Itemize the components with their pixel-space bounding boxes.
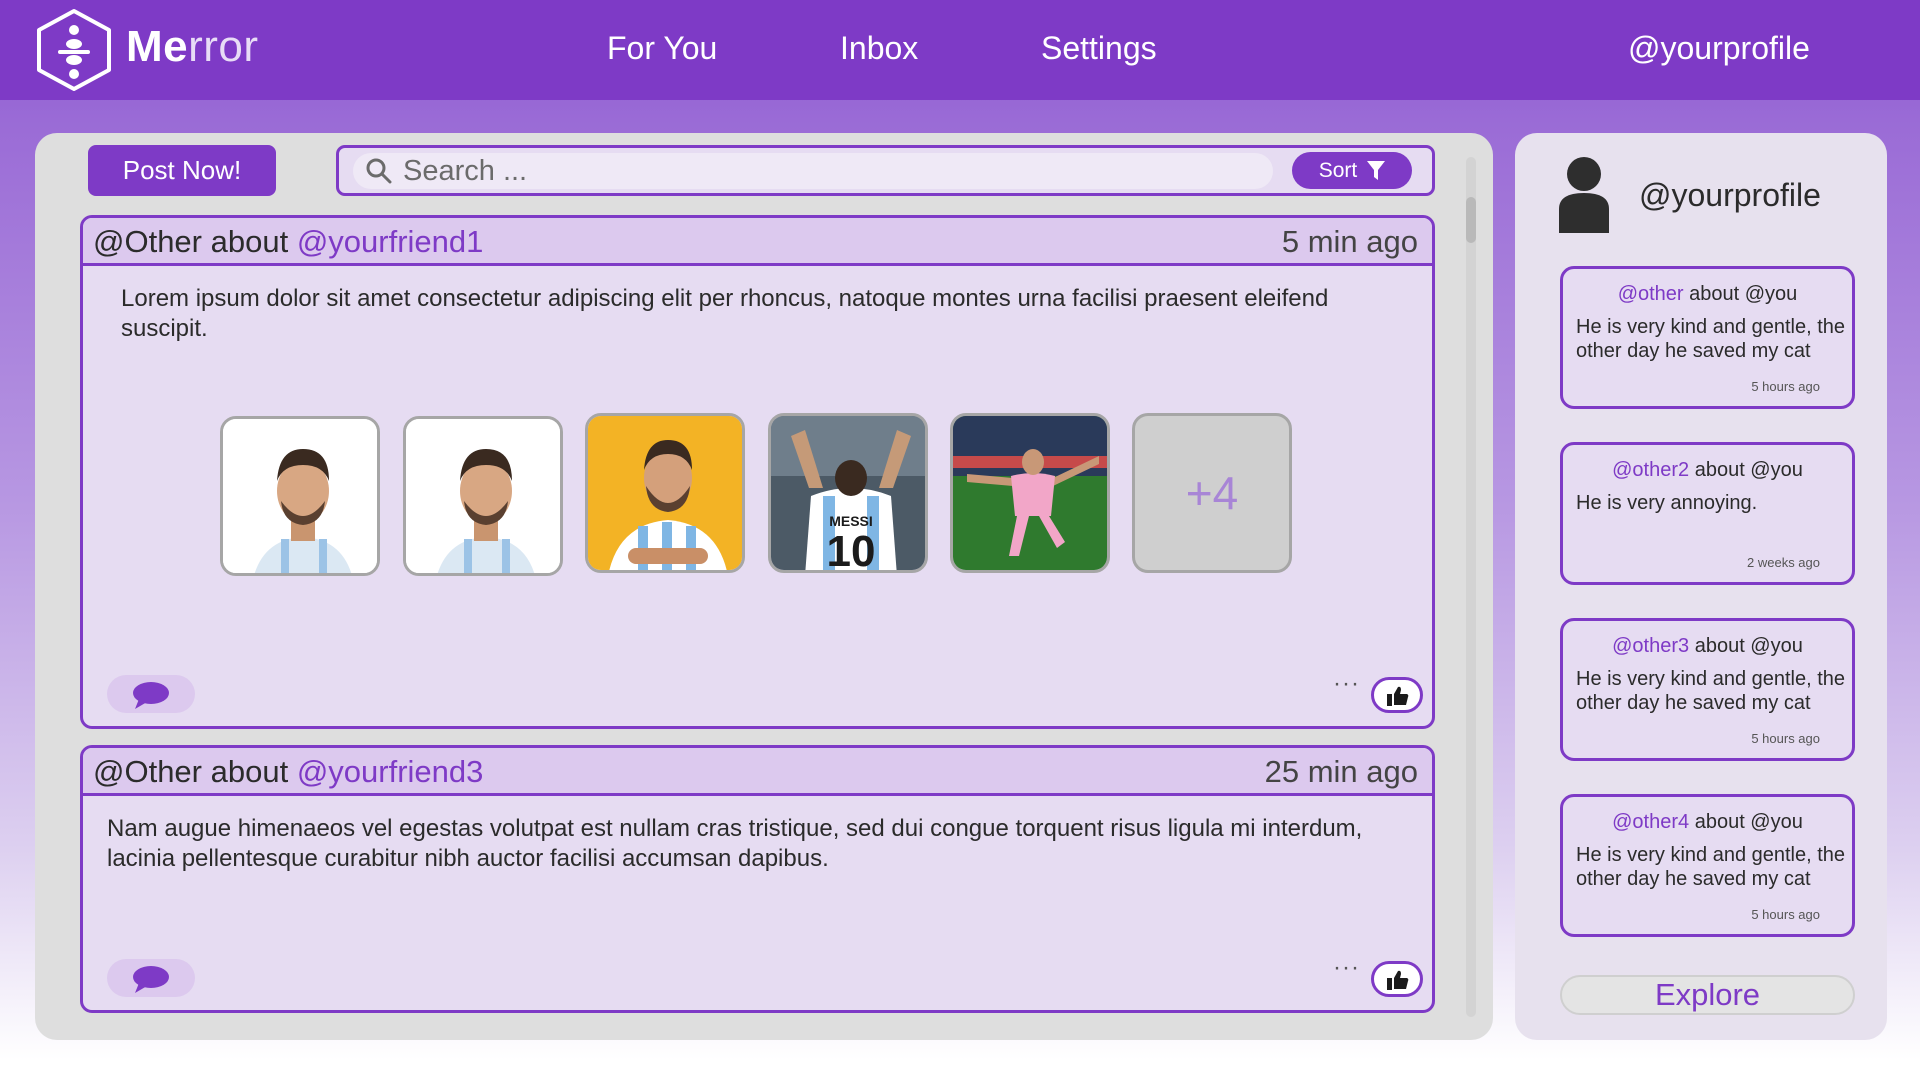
note-author[interactable]: @other2 — [1612, 459, 1689, 481]
note-about: about @you — [1689, 459, 1803, 481]
post-header: @Other about @yourfriend1 5 min ago — [83, 218, 1432, 266]
comment-button[interactable] — [107, 959, 195, 997]
post-image-thumbnail[interactable] — [220, 416, 380, 576]
post-body: Nam augue himenaeos vel egestas volutpat… — [107, 815, 1363, 872]
note-author[interactable]: @other — [1618, 283, 1684, 305]
note-text: He is very kind and gentle, the other da… — [1576, 316, 1846, 362]
svg-text:10: 10 — [827, 527, 876, 573]
note-title: @other3 about @you — [1563, 635, 1852, 658]
post-timestamp: 5 min ago — [1281, 224, 1418, 259]
comment-button[interactable] — [107, 675, 195, 713]
note-timestamp: 2 weeks ago — [1747, 555, 1820, 570]
nav-profile-link[interactable]: @yourprofile — [1628, 30, 1810, 67]
sort-button[interactable]: Sort — [1292, 152, 1412, 189]
feed-panel: Post Now! Sort @Other about @yourfriend1… — [35, 133, 1493, 1040]
like-button[interactable] — [1371, 961, 1423, 997]
nav-for-you[interactable]: For You — [607, 30, 717, 67]
sidebar-profile-name[interactable]: @yourprofile — [1639, 177, 1821, 214]
comment-icon — [133, 682, 169, 709]
sort-label: Sort — [1318, 158, 1358, 182]
thumbs-up-icon — [1387, 970, 1409, 990]
note-timestamp: 5 hours ago — [1751, 731, 1820, 746]
filter-icon — [1367, 160, 1386, 180]
note-about: about @you — [1689, 635, 1803, 657]
note-author[interactable]: @other3 — [1612, 635, 1689, 657]
feed-scrollbar[interactable] — [1466, 157, 1476, 1017]
post-mention-link[interactable]: @yourfriend1 — [297, 224, 484, 259]
note-title: @other2 about @you — [1563, 459, 1852, 482]
search-field[interactable] — [353, 153, 1273, 189]
post-card: @Other about @yourfriend3 25 min ago Nam… — [80, 745, 1435, 1013]
post-image-thumbnail[interactable] — [585, 413, 745, 573]
note-about: about @you — [1689, 811, 1803, 833]
post-author-text: @Other about — [93, 754, 297, 789]
note-about: about @you — [1683, 283, 1798, 305]
post-author-text: @Other about — [93, 224, 297, 259]
post-mention-link[interactable]: @yourfriend3 — [297, 754, 484, 789]
search-bar: Sort — [336, 145, 1435, 196]
profile-note-card[interactable]: @other3 about @you He is very kind and g… — [1560, 618, 1855, 761]
thumbs-up-icon — [1387, 686, 1409, 706]
explore-button[interactable]: Explore — [1560, 975, 1855, 1015]
profile-note-card[interactable]: @other4 about @you He is very kind and g… — [1560, 794, 1855, 937]
app-name-light: rror — [188, 22, 259, 71]
profile-note-card[interactable]: @other2 about @you He is very annoying. … — [1560, 442, 1855, 585]
post-image-thumbnail[interactable]: MESSI 10 — [768, 413, 928, 573]
note-text: He is very kind and gentle, the other da… — [1576, 668, 1846, 714]
top-nav-bar: Merror For You Inbox Settings @yourprofi… — [0, 0, 1920, 100]
note-text: He is very kind and gentle, the other da… — [1576, 844, 1846, 890]
note-timestamp: 5 hours ago — [1751, 907, 1820, 922]
nav-inbox[interactable]: Inbox — [840, 30, 918, 67]
post-author: @Other about @yourfriend1 — [93, 224, 483, 260]
note-title: @other4 about @you — [1563, 811, 1852, 834]
post-timestamp: 25 min ago — [1264, 754, 1418, 789]
search-icon — [366, 158, 392, 184]
note-author[interactable]: @other4 — [1612, 811, 1689, 833]
more-images-button[interactable]: +4 — [1132, 413, 1292, 573]
note-title: @other about @you — [1563, 283, 1852, 306]
profile-note-card[interactable]: @other about @you He is very kind and ge… — [1560, 266, 1855, 409]
more-options-button[interactable]: ··· — [1333, 670, 1360, 698]
more-options-button[interactable]: ··· — [1333, 954, 1360, 982]
logo-icon[interactable] — [34, 8, 114, 92]
post-header: @Other about @yourfriend3 25 min ago — [83, 748, 1432, 796]
app-name-bold: Me — [126, 22, 189, 71]
avatar-icon[interactable] — [1559, 157, 1609, 233]
note-text: He is very annoying. — [1576, 492, 1758, 514]
note-timestamp: 5 hours ago — [1751, 379, 1820, 394]
app-name: Merror — [126, 22, 259, 72]
post-author: @Other about @yourfriend3 — [93, 754, 483, 790]
like-button[interactable] — [1371, 677, 1423, 713]
profile-sidebar: @yourprofile @other about @you He is ver… — [1515, 133, 1887, 1040]
post-image-thumbnail[interactable] — [950, 413, 1110, 573]
post-image-thumbnail[interactable] — [403, 416, 563, 576]
post-body: Lorem ipsum dolor sit amet consectetur a… — [121, 285, 1329, 342]
search-input[interactable] — [403, 155, 1253, 187]
nav-settings[interactable]: Settings — [1041, 30, 1157, 67]
comment-icon — [133, 966, 169, 993]
post-now-button[interactable]: Post Now! — [88, 145, 276, 196]
feed-scrollbar-thumb[interactable] — [1466, 197, 1476, 243]
post-card: @Other about @yourfriend1 5 min ago Lore… — [80, 215, 1435, 729]
